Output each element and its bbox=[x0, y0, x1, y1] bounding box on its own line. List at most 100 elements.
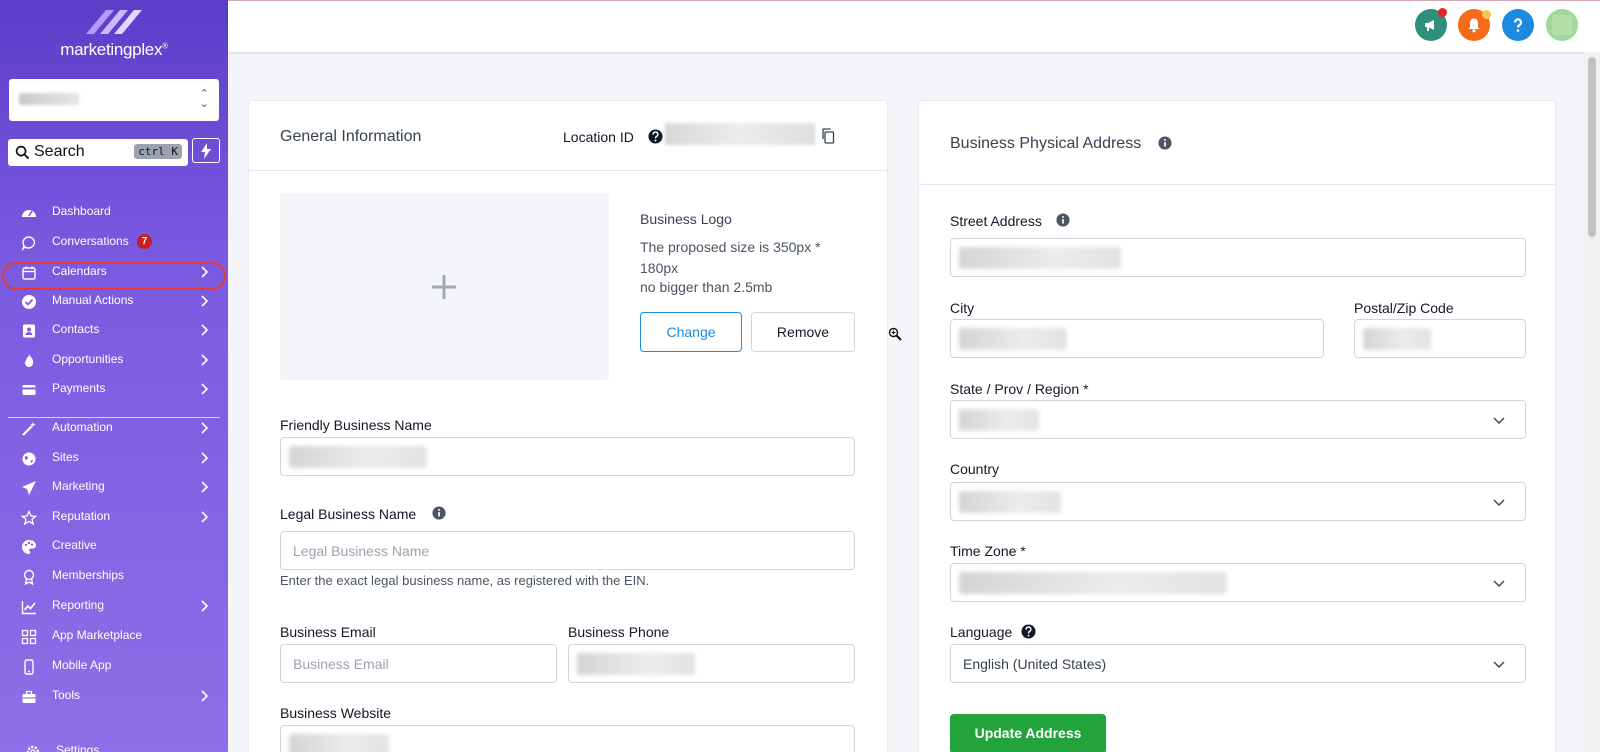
question-circle-icon[interactable] bbox=[648, 129, 663, 144]
chevron-right-icon bbox=[201, 452, 209, 464]
selected-language: English (United States) bbox=[963, 656, 1107, 672]
sidebar-item-tools[interactable]: Tools bbox=[0, 682, 228, 710]
sidebar-item-contacts[interactable]: Contacts bbox=[0, 316, 228, 344]
info-icon[interactable] bbox=[1158, 136, 1172, 150]
help-button[interactable] bbox=[1502, 9, 1534, 41]
gear-icon bbox=[26, 745, 40, 752]
street-input[interactable] bbox=[950, 238, 1526, 277]
state-select[interactable] bbox=[950, 400, 1526, 439]
sidebar-item-label: Tools bbox=[52, 688, 81, 702]
logo-mark-icon bbox=[86, 10, 142, 34]
sidebar-item-sites[interactable]: Sites bbox=[0, 444, 228, 472]
chevron-down-icon bbox=[1493, 661, 1505, 668]
sidebar-item-label: Automation bbox=[52, 420, 113, 434]
zip-input[interactable] bbox=[1354, 319, 1526, 358]
lightning-icon bbox=[201, 143, 211, 159]
search-label: Search bbox=[34, 143, 85, 160]
sidebar-item-label: App Marketplace bbox=[52, 628, 143, 642]
quick-actions-button[interactable] bbox=[192, 138, 220, 163]
remove-logo-button[interactable]: Remove bbox=[751, 312, 855, 352]
chevron-right-icon bbox=[201, 295, 209, 307]
paper-plane-icon bbox=[22, 481, 36, 495]
scrollbar-thumb[interactable] bbox=[1588, 57, 1596, 237]
chevron-right-icon bbox=[201, 690, 209, 702]
card-title: Business Physical Address bbox=[950, 135, 1142, 152]
brand-logo[interactable]: marketingplex® bbox=[0, 0, 228, 70]
phone-input[interactable] bbox=[568, 644, 855, 683]
sidebar-item-label: Calendars bbox=[52, 264, 107, 278]
sidebar-item-reporting[interactable]: Reporting bbox=[0, 592, 228, 620]
question-icon bbox=[1513, 18, 1523, 32]
up-down-caret-icon: ⌃ ⌄ bbox=[199, 88, 209, 110]
timezone-select[interactable] bbox=[950, 563, 1526, 602]
sidebar-item-creative[interactable]: Creative bbox=[0, 532, 228, 560]
city-input[interactable] bbox=[950, 319, 1324, 358]
logo-upload-dropzone[interactable] bbox=[280, 193, 609, 380]
line-chart-icon bbox=[21, 601, 36, 615]
sidebar-item-label: Sites bbox=[52, 450, 79, 464]
sidebar-item-automation[interactable]: Automation bbox=[0, 414, 228, 442]
search-icon bbox=[15, 145, 30, 160]
calendar-icon bbox=[22, 266, 36, 280]
chevron-down-icon bbox=[1493, 417, 1505, 424]
redacted-value bbox=[959, 247, 1121, 269]
palette-icon bbox=[22, 540, 36, 554]
card-header: General Information Location ID bbox=[249, 101, 887, 171]
update-address-button[interactable]: Update Address bbox=[950, 714, 1106, 752]
info-icon[interactable] bbox=[1056, 213, 1070, 227]
announcements-button[interactable] bbox=[1415, 8, 1447, 41]
change-logo-button[interactable]: Change bbox=[640, 312, 742, 352]
website-input[interactable] bbox=[280, 725, 855, 752]
sidebar-item-mobile-app[interactable]: Mobile App bbox=[0, 652, 228, 680]
business-logo-title: Business Logo bbox=[640, 211, 732, 227]
friendly-name-input[interactable] bbox=[280, 437, 855, 476]
account-switcher[interactable]: ⌃ ⌄ bbox=[9, 79, 219, 121]
toolbox-icon bbox=[22, 690, 36, 703]
chevron-right-icon bbox=[201, 481, 209, 493]
legal-name-help: Enter the exact legal business name, as … bbox=[280, 573, 650, 588]
sidebar-item-label: Marketing bbox=[52, 479, 105, 493]
sidebar-item-dashboard[interactable]: Dashboard bbox=[0, 198, 228, 226]
sidebar-item-settings[interactable]: Settings bbox=[4, 737, 228, 752]
sidebar-item-reputation[interactable]: Reputation bbox=[0, 503, 228, 531]
sidebar-item-label: Reporting bbox=[52, 598, 105, 612]
sidebar-item-label: Payments bbox=[52, 381, 106, 395]
info-icon[interactable] bbox=[432, 506, 446, 520]
sidebar-item-manual-actions[interactable]: Manual Actions bbox=[0, 287, 228, 315]
sidebar-item-opportunities[interactable]: Opportunities bbox=[0, 346, 228, 374]
legal-name-input[interactable]: Legal Business Name bbox=[280, 531, 855, 570]
sidebar-item-label: Dashboard bbox=[52, 204, 111, 218]
unread-count-badge: 7 bbox=[137, 234, 152, 249]
chevron-right-icon bbox=[201, 600, 209, 612]
logo-size-limit: no bigger than 2.5mb bbox=[640, 279, 773, 295]
sidebar-item-app-marketplace[interactable]: App Marketplace bbox=[0, 622, 228, 650]
redacted-value bbox=[959, 328, 1067, 350]
sidebar-item-conversations[interactable]: Conversations 7 bbox=[0, 228, 228, 256]
sidebar-item-label: Manual Actions bbox=[52, 293, 134, 307]
copy-icon[interactable] bbox=[821, 128, 835, 144]
sidebar-item-calendars[interactable]: Calendars bbox=[0, 258, 228, 286]
sidebar-item-payments[interactable]: Payments bbox=[0, 375, 228, 403]
placeholder: Business Email bbox=[293, 656, 389, 672]
sidebar-item-memberships[interactable]: Memberships bbox=[0, 562, 228, 590]
notifications-button[interactable] bbox=[1458, 9, 1491, 41]
notification-dot bbox=[1482, 10, 1491, 19]
zip-label: Postal/Zip Code bbox=[1354, 300, 1454, 316]
friendly-name-label: Friendly Business Name bbox=[280, 417, 432, 433]
sidebar-item-marketing[interactable]: Marketing bbox=[0, 473, 228, 501]
sidebar-item-label: Reputation bbox=[52, 509, 111, 523]
award-icon bbox=[23, 569, 35, 585]
sidebar-item-label: Creative bbox=[52, 538, 97, 552]
chevron-down-icon bbox=[1493, 580, 1505, 587]
avatar-image bbox=[1552, 15, 1572, 35]
language-select[interactable]: English (United States) bbox=[950, 644, 1526, 683]
location-id-value-redacted bbox=[665, 123, 815, 145]
top-header bbox=[228, 0, 1600, 52]
user-avatar[interactable] bbox=[1546, 9, 1578, 41]
email-input[interactable]: Business Email bbox=[280, 644, 557, 683]
country-select[interactable] bbox=[950, 482, 1526, 521]
megaphone-icon bbox=[1425, 20, 1434, 31]
page-scrollbar[interactable] bbox=[1584, 52, 1600, 752]
search-box[interactable]: Search ctrl K bbox=[8, 139, 188, 166]
question-circle-icon[interactable] bbox=[1021, 624, 1036, 639]
